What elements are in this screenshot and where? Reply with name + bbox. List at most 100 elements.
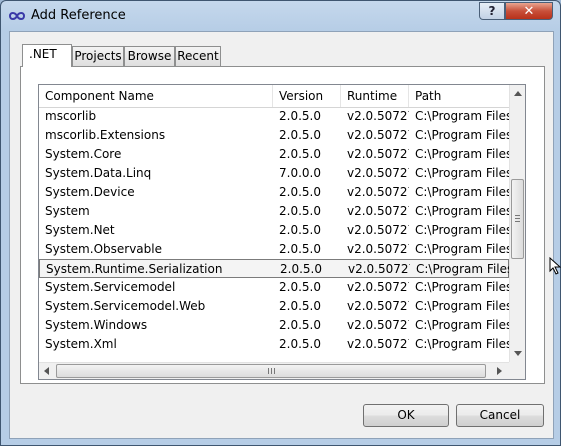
table-row[interactable]: System.Core 2.0.5.0 v2.0.50727 C:\Program F… (39, 145, 509, 164)
resize-cursor-icon (549, 257, 561, 275)
cell-path: C:\Program Files\ (416, 262, 510, 276)
horizontal-scrollbar[interactable] (39, 362, 509, 379)
table-row[interactable]: System.Device 2.0.5.0 v2.0.50727 C:\Program… (39, 183, 509, 202)
table-row[interactable]: System.Xml 2.0.5.0 v2.0.50727 C:\Program Fi… (39, 335, 509, 354)
cell-version: 2.0.5.0 (279, 337, 321, 351)
cell-component-name: System.Net (45, 223, 115, 237)
tab-label: Recent (177, 49, 219, 63)
cell-path: C:\Program Files\ (415, 128, 509, 142)
cell-runtime: v2.0.50727 (347, 109, 409, 123)
cell-path: C:\Program Files\ (415, 185, 509, 199)
table-row[interactable]: System.Servicemodel 2.0.5.0 v2.0.50727 C:\P… (39, 278, 509, 297)
column-header-version[interactable]: Version (273, 85, 341, 107)
column-header-runtime[interactable]: Runtime (341, 85, 409, 107)
cell-component-name: System.Runtime.Serialization (46, 262, 223, 276)
cell-path: C:\Program Files\ (415, 280, 509, 294)
cell-component-name: System (45, 204, 90, 218)
cell-runtime: v2.0.50727 (347, 223, 409, 237)
cell-component-name: System.Data.Linq (45, 166, 152, 180)
ok-button[interactable]: OK (363, 404, 449, 427)
cell-path: C:\Program Files\ (415, 318, 509, 332)
cell-runtime: v2.0.50727 (347, 128, 409, 142)
cell-version: 2.0.5.0 (279, 280, 321, 294)
table-row[interactable]: mscorlib.Extensions 2.0.5.0 v2.0.50727 C:\P… (39, 126, 509, 145)
cell-version: 2.0.5.0 (279, 299, 321, 313)
help-button[interactable]: ? (479, 2, 505, 20)
scrollbar-corner (509, 362, 525, 379)
tab-panel-dotnet: Component Name Version Runtime Path msco… (20, 66, 545, 384)
scroll-right-arrow-icon[interactable] (497, 367, 502, 375)
tab-browse[interactable]: Browse (124, 46, 175, 66)
cell-version: 2.0.5.0 (279, 242, 321, 256)
vertical-scroll-thumb[interactable] (511, 179, 524, 259)
cell-runtime: v2.0.50727 (347, 318, 409, 332)
table-row[interactable]: System.Net 2.0.5.0 v2.0.50727 C:\Program Fi… (39, 221, 509, 240)
dialog-body: .NET Projects Browse Recent Component Na… (9, 31, 554, 439)
cell-runtime: v2.0.50727 (347, 337, 409, 351)
cell-path: C:\Program Files\ (415, 204, 509, 218)
scroll-up-arrow-icon[interactable] (514, 91, 522, 96)
table-row[interactable]: System 2.0.5.0 v2.0.50727 C:\Program Files\ (39, 202, 509, 221)
table-row[interactable]: System.Runtime.Serialization 2.0.5.0 v2.0.… (39, 259, 510, 278)
tab-label: Projects (74, 49, 122, 63)
cell-version: 2.0.5.0 (279, 147, 321, 161)
table-row[interactable]: mscorlib 2.0.5.0 v2.0.50727 C:\Program File… (39, 107, 509, 126)
tab-recent[interactable]: Recent (175, 46, 221, 66)
cell-version: 2.0.5.0 (280, 262, 322, 276)
cell-component-name: System.Core (45, 147, 122, 161)
list-header: Component Name Version Runtime Path (39, 85, 509, 108)
cell-version: 7.0.0.0 (279, 166, 321, 180)
cell-component-name: System.Servicemodel.Web (45, 299, 206, 313)
cell-component-name: mscorlib (45, 109, 97, 123)
cell-runtime: v2.0.50727 (347, 204, 409, 218)
table-row[interactable]: System.Windows 2.0.5.0 v2.0.50727 C:\Progra… (39, 316, 509, 335)
cell-component-name: System.Xml (45, 337, 117, 351)
title-bar[interactable]: Add Reference ? ✕ (1, 1, 560, 31)
cell-path: C:\Program Files\ (415, 223, 509, 237)
cell-version: 2.0.5.0 (279, 223, 321, 237)
cell-component-name: mscorlib.Extensions (45, 128, 166, 142)
cell-runtime: v2.0.50727 (347, 299, 409, 313)
cell-runtime: v2.0.50727 (347, 185, 409, 199)
tab-label: Browse (127, 49, 172, 63)
cell-runtime: v2.0.50727 (347, 242, 409, 256)
cell-component-name: System.Device (45, 185, 135, 199)
cell-component-name: System.Observable (45, 242, 162, 256)
tab-projects[interactable]: Projects (72, 46, 124, 66)
cell-path: C:\Program Files\ (415, 109, 509, 123)
scroll-down-arrow-icon[interactable] (514, 351, 522, 356)
cell-path: C:\Program Files\ (415, 166, 509, 180)
cell-path: C:\Program Files\ (415, 337, 509, 351)
component-list[interactable]: Component Name Version Runtime Path msco… (38, 84, 526, 380)
column-header-component-name[interactable]: Component Name (39, 85, 273, 107)
table-row[interactable]: System.Servicemodel.Web 2.0.5.0 v2.0.50727… (39, 297, 509, 316)
cell-path: C:\Program Files\ (415, 147, 509, 161)
close-button[interactable]: ✕ (505, 2, 553, 20)
window-title: Add Reference (31, 8, 126, 23)
cell-path: C:\Program Files\ (415, 299, 509, 313)
cell-runtime: v2.0.50727 (347, 147, 409, 161)
cancel-button[interactable]: Cancel (456, 404, 544, 427)
close-icon: ✕ (523, 3, 535, 19)
cell-component-name: System.Windows (45, 318, 148, 332)
list-rows: mscorlib 2.0.5.0 v2.0.50727 C:\Program File… (39, 107, 510, 362)
cell-runtime: v2.0.50727 (347, 166, 409, 180)
cell-version: 2.0.5.0 (279, 318, 321, 332)
cell-version: 2.0.5.0 (279, 204, 321, 218)
tab-dotnet[interactable]: .NET (22, 44, 72, 67)
scroll-left-arrow-icon[interactable] (44, 367, 49, 375)
table-row[interactable]: System.Data.Linq 7.0.0.0 v2.0.50727 C:\Prog… (39, 164, 509, 183)
vertical-scrollbar[interactable] (509, 85, 525, 362)
column-header-path[interactable]: Path (409, 85, 509, 107)
cell-runtime: v2.0.50727 (348, 262, 410, 276)
question-mark-icon: ? (488, 4, 496, 18)
cell-component-name: System.Servicemodel (45, 280, 176, 294)
cell-path: C:\Program Files\ (415, 242, 509, 256)
tab-label: .NET (29, 47, 57, 61)
visual-studio-icon (9, 12, 25, 20)
cell-version: 2.0.5.0 (279, 109, 321, 123)
cell-runtime: v2.0.50727 (347, 280, 409, 294)
cell-version: 2.0.5.0 (279, 128, 321, 142)
table-row[interactable]: System.Observable 2.0.5.0 v2.0.50727 C:\Pro… (39, 240, 509, 259)
horizontal-scroll-thumb[interactable] (56, 364, 486, 378)
